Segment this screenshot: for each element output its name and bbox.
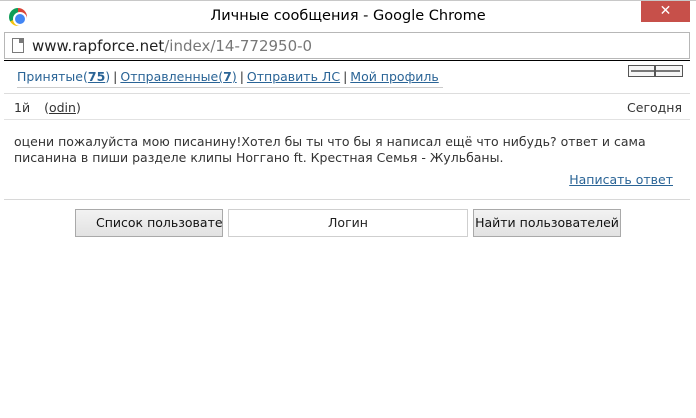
message-header: 1й (odin) bbox=[14, 100, 81, 115]
url-domain: www.rapforce.net bbox=[32, 37, 165, 55]
nav-separator: | bbox=[343, 69, 348, 84]
url-path: /index/14-772950-0 bbox=[164, 37, 313, 55]
message-body: оцени пожалуйста мою писанину!Хотел бы т… bbox=[14, 134, 646, 165]
outbox-link-close: ) bbox=[231, 69, 237, 84]
resize-handle-icon[interactable] bbox=[628, 65, 683, 77]
sender-close: ) bbox=[75, 100, 81, 115]
divider bbox=[4, 60, 690, 61]
page-content: Принятые(75) | Отправленные(7) | Отправить Л… bbox=[4, 60, 690, 416]
divider bbox=[4, 93, 690, 94]
nav-separator: | bbox=[239, 69, 244, 84]
find-users-button[interactable]: Найти пользователей bbox=[473, 209, 621, 237]
my-profile-link[interactable]: Мой профиль bbox=[350, 69, 438, 84]
users-list-button[interactable]: Список пользователей bbox=[75, 209, 223, 237]
inbox-link[interactable]: Принятые(75) bbox=[17, 69, 110, 84]
sender-link[interactable]: odin bbox=[49, 100, 76, 115]
reply-link[interactable]: Написать ответ bbox=[569, 172, 673, 187]
inbox-count: 75 bbox=[87, 69, 106, 84]
title-bar: Личные сообщения - Google Chrome ✕ bbox=[0, 0, 696, 32]
outbox-link-label: Отправленные( bbox=[120, 69, 224, 84]
divider bbox=[4, 199, 690, 200]
inbox-link-label: Принятые( bbox=[17, 69, 88, 84]
nav-separator: | bbox=[113, 69, 118, 84]
send-message-link[interactable]: Отправить ЛС bbox=[247, 69, 340, 84]
nav-underline bbox=[17, 87, 443, 88]
close-button[interactable]: ✕ bbox=[641, 1, 690, 22]
url-text[interactable]: www.rapforce.net/index/14-772950-0 bbox=[32, 37, 312, 55]
message-number: 1й bbox=[14, 100, 31, 115]
message-nav: Принятые(75) | Отправленные(7) | Отправить Л… bbox=[17, 69, 439, 84]
address-bar[interactable]: www.rapforce.net/index/14-772950-0 bbox=[4, 32, 690, 59]
outbox-link[interactable]: Отправленные(7) bbox=[120, 69, 236, 84]
message-date: Сегодня bbox=[627, 100, 682, 115]
outbox-count: 7 bbox=[223, 69, 232, 84]
window-title: Личные сообщения - Google Chrome bbox=[210, 8, 486, 24]
divider bbox=[4, 119, 690, 120]
page-icon bbox=[12, 38, 24, 53]
login-input[interactable]: Логин bbox=[228, 209, 468, 237]
